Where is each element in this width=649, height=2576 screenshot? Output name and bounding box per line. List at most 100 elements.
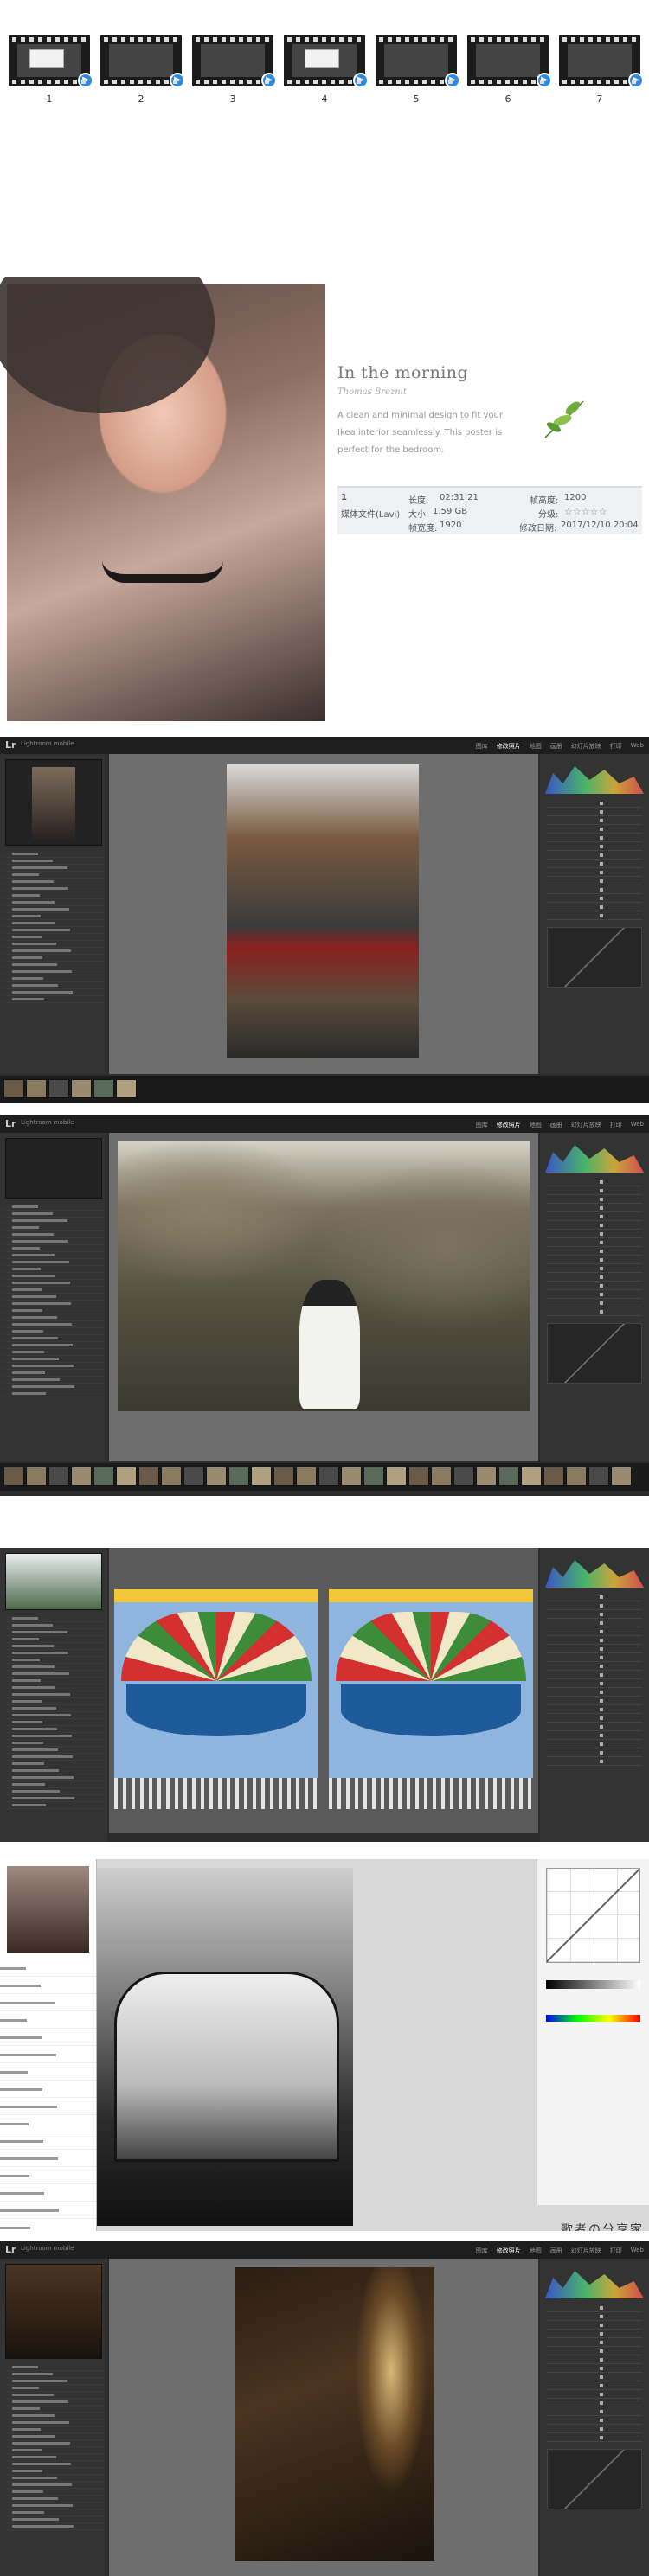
module-tab[interactable]: 打印 [610, 2247, 622, 2255]
preset-item[interactable] [3, 2447, 104, 2454]
preset-item[interactable] [3, 2509, 104, 2516]
adjustment-slider[interactable] [547, 1748, 642, 1757]
preset-item[interactable] [3, 2371, 104, 2378]
preset-item[interactable] [0, 2029, 96, 2046]
adjustment-slider[interactable] [547, 1307, 642, 1316]
adjustment-slider[interactable] [547, 1671, 642, 1679]
module-tab[interactable]: 地图 [530, 742, 542, 751]
preset-item[interactable] [3, 2475, 104, 2482]
preset-item[interactable] [3, 1657, 104, 1664]
video-thumbnail[interactable]: ▶ 4 [282, 35, 369, 105]
preset-item[interactable] [3, 1726, 104, 1733]
preset-item[interactable] [3, 1301, 104, 1307]
adjustment-slider[interactable] [547, 2312, 642, 2321]
preset-item[interactable] [3, 1363, 104, 1370]
preset-item[interactable] [0, 1994, 96, 2011]
preset-item[interactable] [3, 1622, 104, 1629]
module-tab[interactable]: 图库 [476, 2247, 488, 2255]
preset-item[interactable] [3, 2413, 104, 2419]
preset-item[interactable] [0, 2184, 96, 2202]
preset-item[interactable] [3, 1754, 104, 1761]
adjustment-slider[interactable] [547, 842, 642, 851]
module-tab[interactable]: 画册 [550, 1121, 562, 1129]
preset-item[interactable] [0, 2081, 96, 2098]
adjustment-slider[interactable] [547, 2364, 642, 2373]
preset-item[interactable] [3, 1774, 104, 1781]
preset-item[interactable] [3, 1390, 104, 1397]
preset-item[interactable] [3, 1314, 104, 1321]
tone-curve[interactable] [547, 927, 642, 988]
adjustment-slider[interactable] [547, 1282, 642, 1290]
preset-item[interactable] [3, 1643, 104, 1650]
preset-item[interactable] [3, 1224, 104, 1231]
filmstrip-frame[interactable] [183, 1467, 204, 1486]
preset-item[interactable] [3, 1287, 104, 1294]
adjustment-slider[interactable] [547, 1221, 642, 1230]
preset-item[interactable] [3, 1266, 104, 1273]
preset-item[interactable] [3, 1384, 104, 1390]
preset-item[interactable] [3, 1321, 104, 1328]
preset-item[interactable] [0, 1977, 96, 1994]
preset-item[interactable] [3, 927, 104, 934]
adjustment-slider[interactable] [547, 1178, 642, 1186]
adjustment-slider[interactable] [547, 1627, 642, 1636]
preset-item[interactable] [3, 1342, 104, 1349]
adjustment-slider[interactable] [547, 1256, 642, 1264]
adjustment-slider[interactable] [547, 2330, 642, 2338]
preset-item[interactable] [3, 996, 104, 1003]
adjustment-slider[interactable] [547, 1757, 642, 1766]
module-tab[interactable]: Web [631, 2247, 644, 2255]
adjustment-slider[interactable] [547, 2355, 642, 2364]
preset-item[interactable] [3, 2489, 104, 2496]
preset-item[interactable] [0, 2098, 96, 2115]
video-thumbnail[interactable]: ▶ 7 [557, 35, 644, 105]
rating-stars[interactable]: ☆☆☆☆☆ [564, 506, 607, 517]
preset-item[interactable] [0, 1959, 96, 1977]
module-tab[interactable]: 画册 [550, 742, 562, 751]
adjustment-slider[interactable] [547, 1601, 642, 1610]
preset-item[interactable] [3, 948, 104, 955]
filmstrip-frame[interactable] [408, 1467, 429, 1486]
module-tab[interactable]: 打印 [610, 1121, 622, 1129]
filmstrip-frame[interactable] [71, 1079, 92, 1098]
preset-item[interactable] [3, 941, 104, 948]
preset-item[interactable] [3, 975, 104, 982]
adjustment-slider[interactable] [547, 1740, 642, 1748]
adjustment-slider[interactable] [547, 2321, 642, 2330]
preset-item[interactable] [3, 1761, 104, 1767]
adjustment-slider[interactable] [547, 825, 642, 834]
preset-item[interactable] [3, 1294, 104, 1301]
preset-item[interactable] [3, 913, 104, 920]
preset-item[interactable] [3, 1356, 104, 1363]
module-tab[interactable]: 画册 [550, 2247, 562, 2255]
preset-item[interactable] [3, 2364, 104, 2371]
adjustment-slider[interactable] [547, 1273, 642, 1282]
video-thumbnail[interactable]: ▶ 1 [7, 35, 93, 105]
preset-item[interactable] [3, 2468, 104, 2475]
adjustment-slider[interactable] [547, 2399, 642, 2407]
preset-item[interactable] [3, 2433, 104, 2440]
video-thumbnail[interactable]: ▶ 5 [374, 35, 460, 105]
preset-item[interactable] [3, 2454, 104, 2461]
preset-item[interactable] [3, 1698, 104, 1705]
filmstrip-frame[interactable] [611, 1467, 632, 1486]
preset-item[interactable] [3, 1802, 104, 1809]
filmstrip-frame[interactable] [48, 1079, 69, 1098]
filmstrip-frame[interactable] [363, 1467, 384, 1486]
adjustment-slider[interactable] [547, 1697, 642, 1705]
preset-item[interactable] [3, 1781, 104, 1788]
filmstrip-frame[interactable] [543, 1467, 564, 1486]
preset-item[interactable] [3, 1767, 104, 1774]
filmstrip-frame[interactable] [116, 1467, 137, 1486]
filmstrip-frame[interactable] [318, 1467, 339, 1486]
filmstrip-frame[interactable] [498, 1467, 519, 1486]
preset-item[interactable] [0, 2202, 96, 2219]
adjustment-slider[interactable] [547, 2407, 642, 2416]
filmstrip-frame[interactable] [251, 1467, 272, 1486]
preset-item[interactable] [0, 2046, 96, 2063]
filmstrip-frame[interactable] [26, 1079, 47, 1098]
adjustment-slider[interactable] [547, 1688, 642, 1697]
preset-item[interactable] [3, 858, 104, 865]
preset-item[interactable] [3, 1795, 104, 1802]
adjustment-slider[interactable] [547, 799, 642, 808]
